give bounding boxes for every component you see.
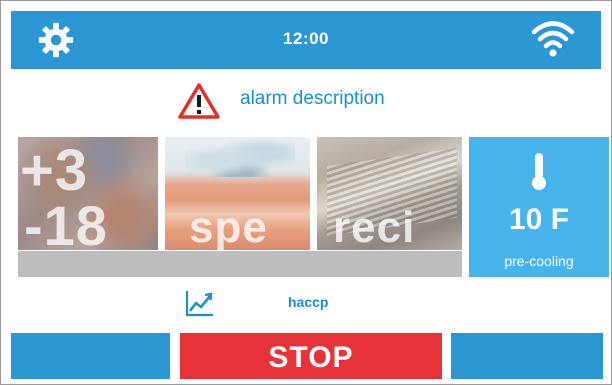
- trend-chart-icon[interactable]: [185, 289, 215, 317]
- thermometer-icon: [532, 153, 546, 190]
- alarm-description: alarm description: [240, 88, 385, 109]
- left-button[interactable]: [11, 333, 170, 379]
- tile-recipes[interactable]: reci: [317, 137, 462, 250]
- tile-temperature-program[interactable]: +3 -18: [18, 137, 158, 250]
- tile-label: spe: [189, 203, 268, 250]
- right-button[interactable]: [451, 333, 603, 379]
- alarm-row[interactable]: alarm description: [0, 78, 612, 122]
- tile-special[interactable]: spe: [165, 137, 310, 250]
- status-tile[interactable]: 10 F pre-cooling: [469, 137, 609, 277]
- cycle-mode: pre-cooling: [504, 253, 574, 269]
- warning-triangle-icon: [178, 83, 220, 119]
- progress-bar: [18, 251, 462, 277]
- haccp-link[interactable]: haccp: [288, 294, 328, 310]
- wifi-icon[interactable]: [530, 19, 576, 59]
- stop-label: STOP: [268, 341, 354, 374]
- top-bar: 12:00: [11, 11, 601, 69]
- ice-image: [185, 137, 295, 177]
- tile-label: reci: [333, 203, 416, 250]
- tile-label-bottom: -18: [24, 194, 108, 250]
- temperature-value: 10 F: [508, 203, 570, 236]
- stop-button[interactable]: STOP: [180, 333, 442, 379]
- clock-time: 12:00: [283, 29, 329, 48]
